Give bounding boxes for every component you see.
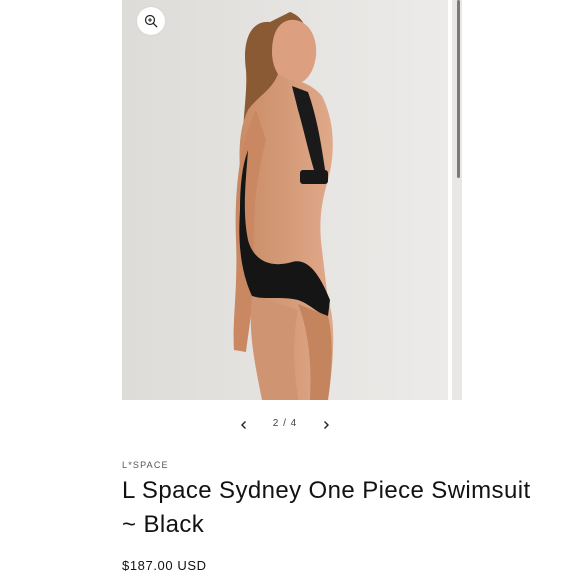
chevron-right-icon: [324, 421, 329, 429]
product-image[interactable]: [122, 0, 448, 400]
product-price: $187.00 USD: [122, 558, 207, 573]
magnifier-plus-icon: [144, 14, 158, 28]
scrollbar-thumb[interactable]: [457, 0, 460, 178]
next-slide-button[interactable]: [311, 410, 341, 440]
product-photo: [122, 0, 448, 400]
product-gallery: [122, 0, 462, 400]
product-title: L Space Sydney One Piece Swimsuit ~ Blac…: [122, 477, 531, 538]
zoom-button[interactable]: [137, 7, 165, 35]
slider-navigation: 2 / 4: [0, 410, 580, 440]
product-vendor: L*SPACE: [122, 460, 169, 470]
slide-counter: 2 / 4: [272, 418, 298, 429]
chevron-left-icon: [241, 421, 246, 429]
previous-slide-button[interactable]: [229, 410, 259, 440]
